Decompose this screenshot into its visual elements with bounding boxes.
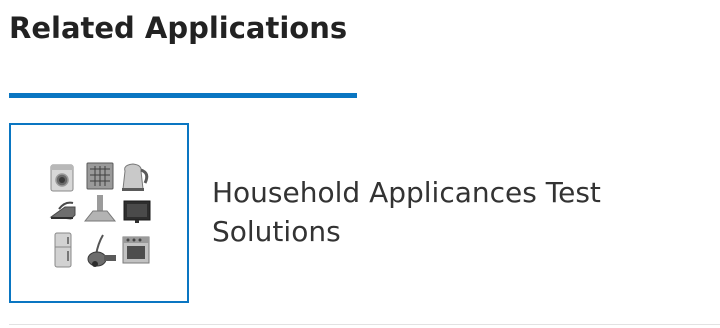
oven-icon	[122, 236, 150, 264]
washing-machine-icon	[50, 164, 74, 192]
household-appliances-icon	[49, 162, 151, 268]
application-thumbnail[interactable]	[9, 123, 189, 303]
kettle-icon	[122, 163, 149, 191]
monitor-icon	[123, 200, 151, 223]
section-title: Related Applications	[9, 11, 348, 45]
divider	[9, 324, 720, 325]
application-title[interactable]: Household Applicances Test Solutions	[212, 173, 692, 251]
refrigerator-icon	[54, 232, 72, 268]
iron-icon	[49, 201, 76, 220]
range-hood-icon	[83, 195, 117, 222]
application-item-household[interactable]: Household Applicances Test Solutions	[9, 123, 709, 303]
vacuum-cleaner-icon	[87, 234, 116, 267]
microwave-icon	[86, 162, 114, 190]
title-underline	[9, 93, 357, 98]
